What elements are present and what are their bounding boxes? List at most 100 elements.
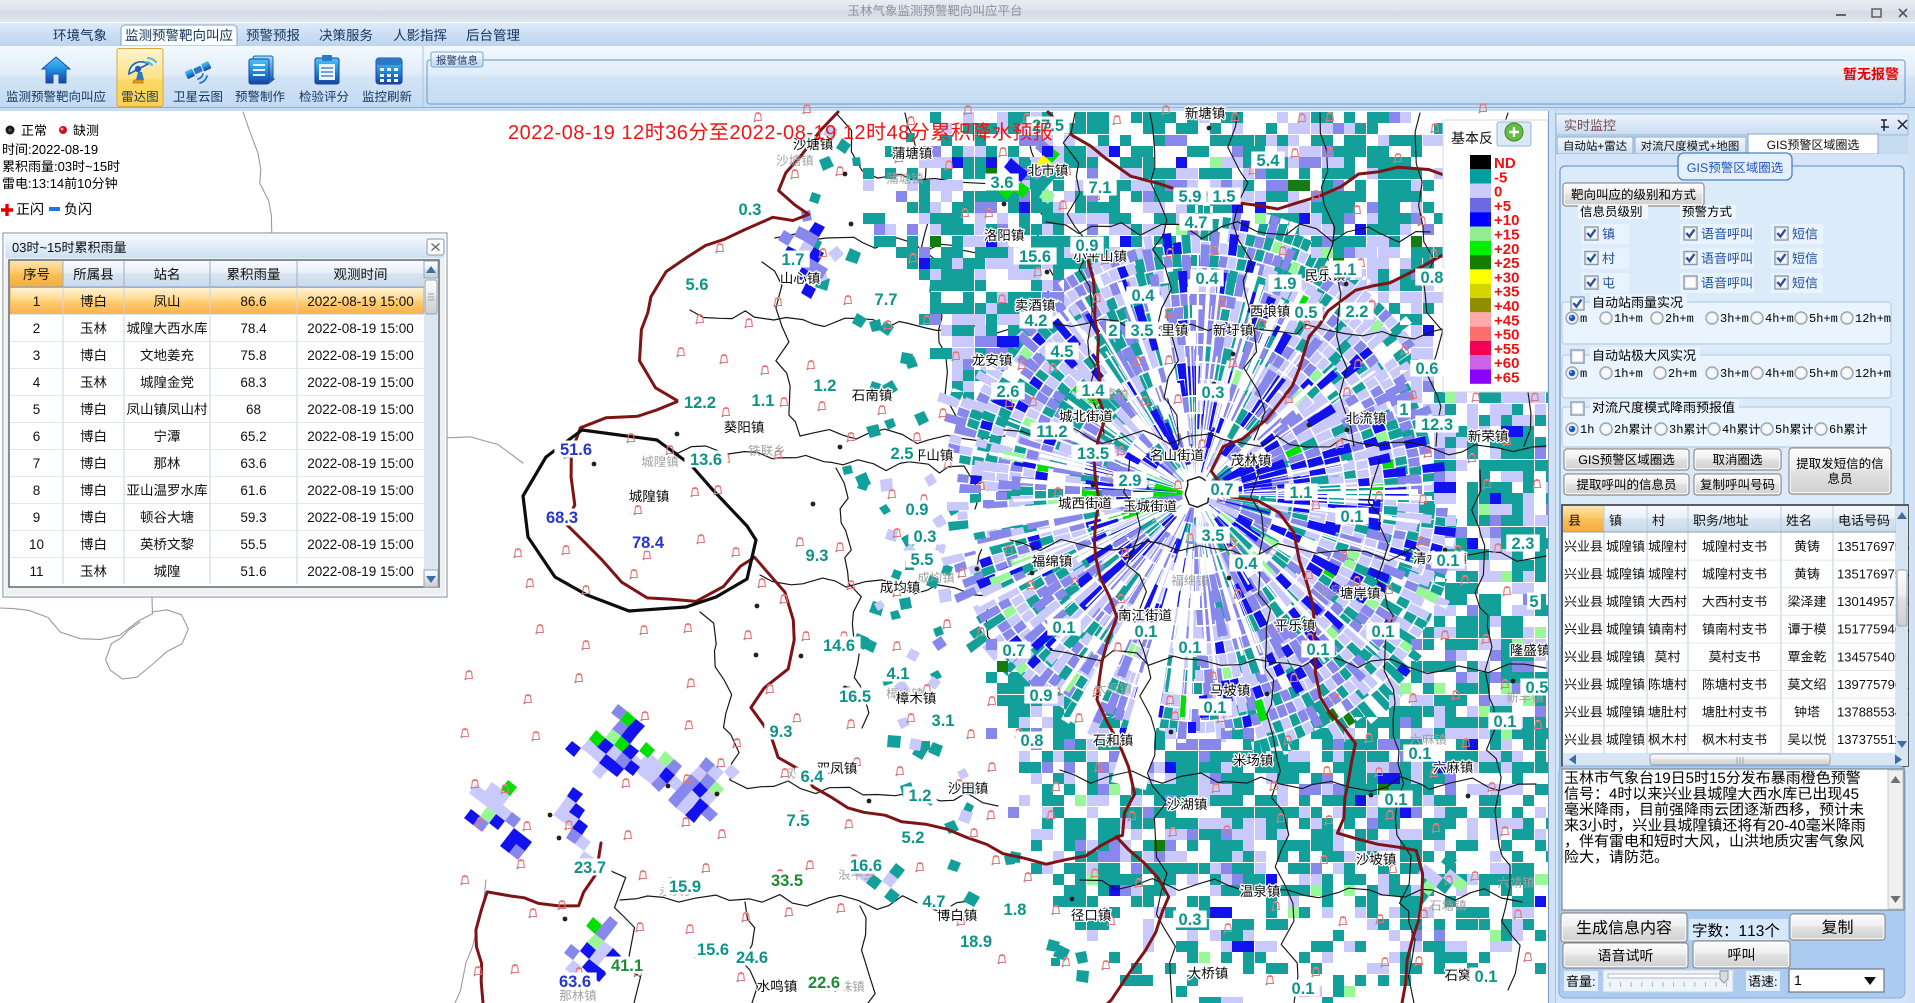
svg-text:78.4: 78.4 [632,534,665,552]
svg-text:22.6: 22.6 [808,974,840,992]
svg-text:2022-08-19 15:00: 2022-08-19 15:00 [307,348,414,363]
svg-text:59.3: 59.3 [240,510,266,525]
svg-text:0.3: 0.3 [1179,911,1202,929]
svg-text:2022-08-19 15:00: 2022-08-19 15:00 [307,321,414,336]
svg-text:0.1: 0.1 [1437,552,1460,570]
svg-text:1.1: 1.1 [1290,484,1313,502]
svg-text:2.3: 2.3 [1512,535,1535,553]
svg-text:41.1: 41.1 [611,957,643,975]
svg-text:1h: 1h [1580,423,1594,437]
svg-text:0.1: 0.1 [1385,791,1408,809]
svg-text:12h+m: 12h+m [1855,312,1891,326]
svg-text:13.5: 13.5 [1077,445,1109,463]
svg-text:7.7: 7.7 [875,291,898,309]
svg-text:1.4: 1.4 [1082,382,1106,400]
svg-text:65.2: 65.2 [240,429,266,444]
svg-text:68: 68 [246,402,261,417]
svg-text:12.3: 12.3 [1421,416,1453,434]
svg-text:7.1: 7.1 [1089,179,1112,197]
svg-text:11.2: 11.2 [1036,423,1067,441]
svg-text:0.4: 0.4 [1235,555,1259,573]
svg-text:5h+m: 5h+m [1809,312,1838,326]
svg-text:2.6: 2.6 [997,383,1020,401]
svg-text:2: 2 [33,321,41,336]
svg-text:2022-08-19 15:00: 2022-08-19 15:00 [307,510,414,525]
svg-text:1.9: 1.9 [1274,275,1297,293]
svg-text:0.1: 0.1 [1179,639,1202,657]
svg-text:7.5: 7.5 [787,812,810,830]
svg-text:51.6: 51.6 [560,441,592,459]
svg-text:1.1: 1.1 [1334,261,1357,279]
svg-text:4h+m: 4h+m [1765,312,1794,326]
svg-text:55.5: 55.5 [240,537,266,552]
svg-text:0.9: 0.9 [906,501,929,519]
svg-text:68.3: 68.3 [546,509,578,527]
svg-text:1.7: 1.7 [782,251,805,269]
svg-text:0.5: 0.5 [1526,679,1549,697]
svg-text:63.6: 63.6 [240,456,266,471]
svg-text:3.6: 3.6 [991,174,1014,192]
svg-text:8: 8 [33,483,41,498]
svg-text:86.6: 86.6 [240,294,266,309]
svg-text:5.4: 5.4 [1257,152,1281,170]
svg-text:4h: 4h [1722,423,1736,437]
svg-text:78.4: 78.4 [240,321,267,336]
svg-text:1.2: 1.2 [909,787,932,805]
svg-text:63.6: 63.6 [559,973,591,991]
svg-text:0.7: 0.7 [1211,481,1234,499]
svg-text:9.3: 9.3 [770,723,793,741]
svg-text:3h+m: 3h+m [1720,367,1749,381]
svg-text:33.5: 33.5 [771,872,803,890]
svg-text:3h+m: 3h+m [1720,312,1749,326]
svg-text:0.1: 0.1 [1307,641,1330,659]
svg-text:24.6: 24.6 [736,949,768,967]
svg-text:1: 1 [1794,972,1802,988]
svg-text:0.1: 0.1 [1053,619,1076,637]
svg-text:0.8: 0.8 [1421,269,1444,287]
svg-text:0.9: 0.9 [1076,237,1099,255]
svg-text:0.4: 0.4 [1132,287,1156,305]
svg-text:0.6: 0.6 [1416,360,1439,378]
svg-text:4.5: 4.5 [1051,343,1074,361]
svg-text:5: 5 [1529,593,1538,611]
svg-text:16.5: 16.5 [839,688,871,706]
svg-text:2022-08-19 15:00: 2022-08-19 15:00 [307,402,414,417]
svg-text:0.9: 0.9 [1030,687,1053,705]
svg-text:6: 6 [33,429,41,444]
svg-text:1.8: 1.8 [1004,901,1027,919]
svg-text:3.5: 3.5 [1131,322,1154,340]
svg-text:4.7: 4.7 [923,893,946,911]
svg-text:2.5: 2.5 [891,445,914,463]
svg-text:1: 1 [1399,401,1408,419]
svg-text:2022-08-19 15:00: 2022-08-19 15:00 [307,537,414,552]
svg-text:11: 11 [29,564,43,579]
svg-text:0.1: 0.1 [1135,623,1158,641]
svg-text:15.6: 15.6 [697,941,729,959]
svg-text:3h: 3h [1669,423,1683,437]
svg-text:1.5: 1.5 [1213,188,1236,206]
svg-text:1.2: 1.2 [814,377,837,395]
svg-text:75.8: 75.8 [240,348,266,363]
svg-text:m: m [1580,367,1587,381]
svg-text:0.8: 0.8 [1021,732,1044,750]
svg-text:14.6: 14.6 [823,637,855,655]
svg-text:2.9: 2.9 [1119,472,1142,490]
svg-text:2022-08-19 15:00: 2022-08-19 15:00 [307,483,414,498]
svg-text:2h: 2h [1614,423,1628,437]
svg-text:9.3: 9.3 [806,547,829,565]
svg-text:1.1: 1.1 [752,392,775,410]
svg-text:2022-08-19 15:00: 2022-08-19 15:00 [307,456,414,471]
svg-text:4h+m: 4h+m [1765,367,1794,381]
svg-text:0.1: 0.1 [1204,699,1227,717]
svg-text:9: 9 [33,510,41,525]
svg-text:2022-08-19 15:00: 2022-08-19 15:00 [307,564,414,579]
svg-text:1h+m: 1h+m [1614,367,1643,381]
svg-text:5.2: 5.2 [902,829,925,847]
svg-text:4.2: 4.2 [1025,312,1048,330]
svg-text:10: 10 [29,537,44,552]
svg-text:18.9: 18.9 [960,933,992,951]
svg-text:0.5: 0.5 [1295,304,1318,322]
svg-text:68.3: 68.3 [240,375,266,390]
svg-text:1: 1 [33,294,41,309]
svg-text:15.6: 15.6 [1019,248,1051,266]
